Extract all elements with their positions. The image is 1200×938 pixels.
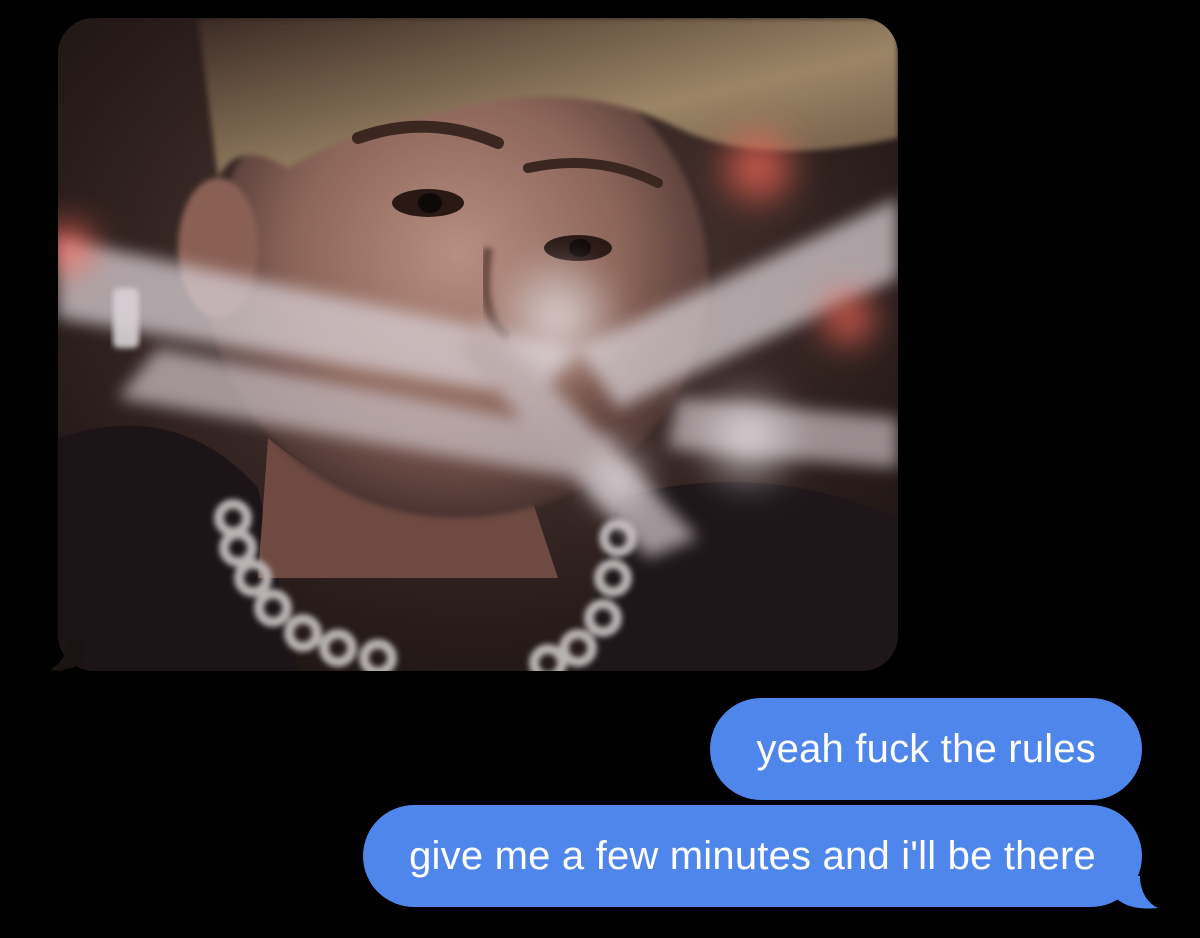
sent-message-bubble[interactable]: give me a few minutes and i'll be there xyxy=(363,805,1142,907)
outgoing-bubble-tail xyxy=(1116,876,1158,909)
photo-content xyxy=(58,18,898,671)
sent-message-bubble[interactable]: yeah fuck the rules xyxy=(710,698,1142,800)
sent-message-text: give me a few minutes and i'll be there xyxy=(409,833,1096,878)
incoming-bubble-tail xyxy=(50,640,84,671)
received-photo-message[interactable] xyxy=(58,18,898,671)
sent-message-text: yeah fuck the rules xyxy=(756,726,1096,771)
